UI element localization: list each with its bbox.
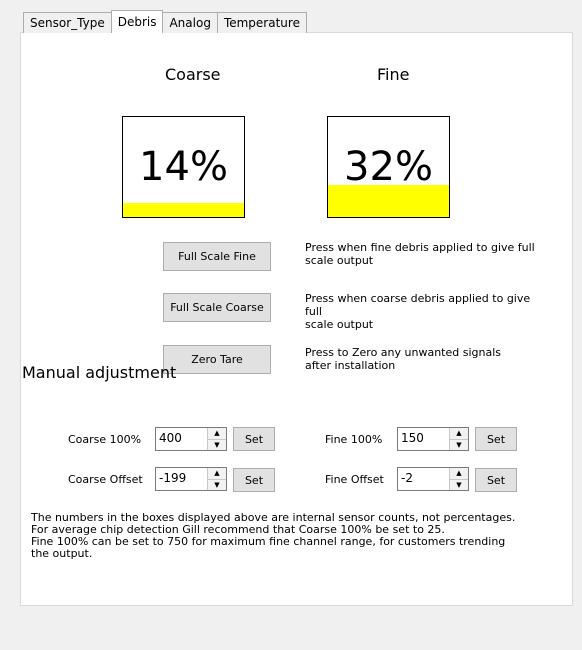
zero-tare-button[interactable]: Zero Tare bbox=[163, 345, 271, 374]
fine-offset-set-button[interactable]: Set bbox=[475, 468, 517, 492]
fine-offset-value[interactable]: -2 bbox=[401, 471, 413, 485]
full-scale-coarse-description: Press when coarse debris applied to give… bbox=[305, 292, 545, 331]
coarse-heading: Coarse bbox=[165, 65, 221, 84]
coarse-100-value[interactable]: 400 bbox=[159, 431, 182, 445]
coarse-offset-spinbox[interactable]: -199 ▲ ▼ bbox=[155, 467, 227, 491]
tab-bar: Sensor_Type Debris Analog Temperature bbox=[23, 10, 307, 33]
manual-adjustment-title: Manual adjustment bbox=[22, 363, 177, 382]
tab-analog[interactable]: Analog bbox=[162, 12, 218, 33]
full-scale-fine-description: Press when fine debris applied to give f… bbox=[305, 241, 545, 267]
fine-offset-stepper: ▲ ▼ bbox=[449, 468, 468, 490]
full-scale-coarse-button[interactable]: Full Scale Coarse bbox=[163, 293, 271, 322]
spin-down-icon[interactable]: ▼ bbox=[450, 439, 468, 451]
spin-up-icon[interactable]: ▲ bbox=[450, 468, 468, 479]
fine-100-spinbox[interactable]: 150 ▲ ▼ bbox=[397, 427, 469, 451]
coarse-100-stepper: ▲ ▼ bbox=[207, 428, 226, 450]
spin-down-icon[interactable]: ▼ bbox=[208, 439, 226, 451]
fine-100-label: Fine 100% bbox=[325, 433, 383, 446]
tab-temperature[interactable]: Temperature bbox=[216, 12, 307, 33]
info-note-line: the output. bbox=[31, 547, 93, 560]
full-scale-fine-desc-line1: Press when fine debris applied to give f… bbox=[305, 241, 535, 254]
full-scale-fine-desc-line2: scale output bbox=[305, 254, 374, 267]
fine-offset-spinbox[interactable]: -2 ▲ ▼ bbox=[397, 467, 469, 491]
zero-tare-desc-line1: Press to Zero any unwanted signals bbox=[305, 346, 501, 359]
fine-offset-label: Fine Offset bbox=[325, 473, 384, 486]
full-scale-coarse-desc-line2: scale output bbox=[305, 318, 374, 331]
fine-100-set-button[interactable]: Set bbox=[475, 427, 517, 451]
spin-down-icon[interactable]: ▼ bbox=[450, 479, 468, 491]
coarse-gauge-fill bbox=[123, 203, 244, 217]
info-note: The numbers in the boxes displayed above… bbox=[31, 512, 515, 560]
coarse-offset-value[interactable]: -199 bbox=[159, 471, 186, 485]
fine-100-value[interactable]: 150 bbox=[401, 431, 424, 445]
full-scale-coarse-desc-line1: Press when coarse debris applied to give… bbox=[305, 292, 531, 318]
spin-up-icon[interactable]: ▲ bbox=[208, 428, 226, 439]
spin-up-icon[interactable]: ▲ bbox=[450, 428, 468, 439]
coarse-percent: 14% bbox=[139, 144, 228, 190]
tab-debris[interactable]: Debris bbox=[110, 10, 164, 33]
coarse-gauge: 14% bbox=[122, 116, 245, 218]
coarse-100-set-button[interactable]: Set bbox=[233, 427, 275, 451]
coarse-100-label: Coarse 100% bbox=[68, 433, 142, 446]
fine-gauge: 32% bbox=[327, 116, 450, 218]
tab-sensor-type[interactable]: Sensor_Type bbox=[23, 12, 112, 33]
zero-tare-description: Press to Zero any unwanted signals after… bbox=[305, 346, 545, 372]
zero-tare-desc-line2: after installation bbox=[305, 359, 396, 372]
coarse-100-spinbox[interactable]: 400 ▲ ▼ bbox=[155, 427, 227, 451]
coarse-offset-set-button[interactable]: Set bbox=[233, 468, 275, 492]
spin-down-icon[interactable]: ▼ bbox=[208, 479, 226, 491]
spin-up-icon[interactable]: ▲ bbox=[208, 468, 226, 479]
full-scale-fine-button[interactable]: Full Scale Fine bbox=[163, 242, 271, 271]
coarse-offset-label: Coarse Offset bbox=[68, 473, 143, 486]
coarse-offset-stepper: ▲ ▼ bbox=[207, 468, 226, 490]
info-note-line: Fine 100% can be set to 750 for maximum … bbox=[31, 535, 506, 548]
fine-100-stepper: ▲ ▼ bbox=[449, 428, 468, 450]
fine-heading: Fine bbox=[377, 65, 410, 84]
fine-percent: 32% bbox=[344, 144, 433, 190]
